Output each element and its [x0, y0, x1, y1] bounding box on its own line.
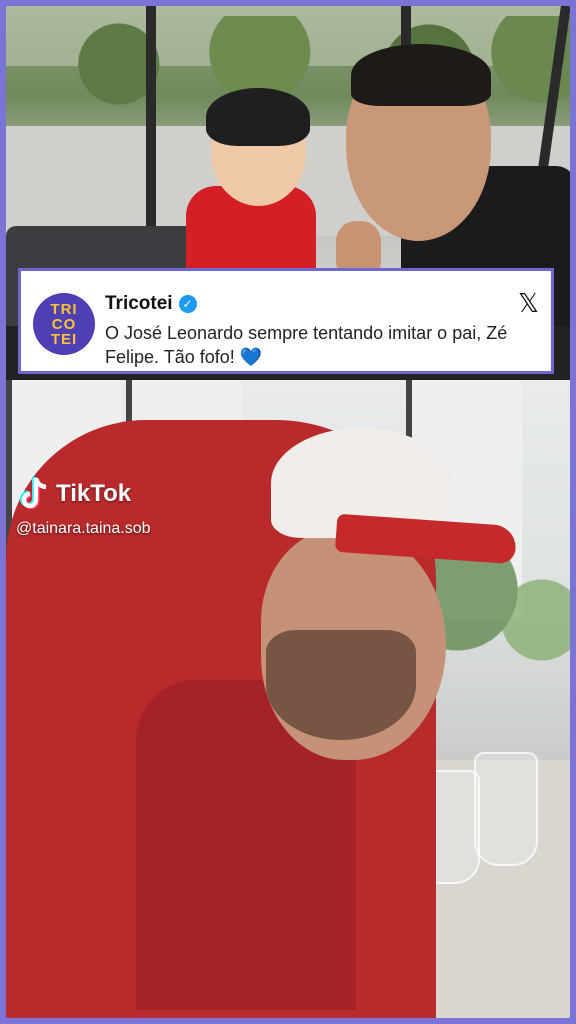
tweet-card: TRI CO TEI Tricotei ✓ 𝕏 O José Leonardo …: [18, 268, 554, 374]
beard: [266, 630, 416, 740]
account-avatar[interactable]: TRI CO TEI: [33, 293, 95, 355]
avatar-text-line: TRI: [50, 300, 78, 318]
account-name-row: Tricotei ✓: [105, 293, 197, 315]
baby-black-beanie: [206, 88, 310, 146]
tiktok-handle: @tainara.taina.sob: [16, 520, 151, 537]
blue-heart-emoji: 💙: [239, 347, 263, 367]
tiktok-watermark: TikTok: [20, 476, 131, 512]
avatar-text-line: CO: [51, 315, 77, 333]
post-frame: TRI CO TEI Tricotei ✓ 𝕏 O José Leonardo …: [6, 6, 570, 1018]
tiktok-note-icon: [20, 476, 50, 512]
tiktok-label: TikTok: [56, 480, 132, 507]
account-name[interactable]: Tricotei: [105, 293, 173, 315]
man-hair: [351, 44, 491, 106]
tweet-body: O José Leonardo sempre tentando imitar o…: [105, 323, 508, 367]
x-logo-icon[interactable]: 𝕏: [518, 289, 539, 319]
tweet-text: O José Leonardo sempre tentando imitar o…: [105, 321, 545, 369]
avatar-text-line: TEI: [50, 330, 78, 348]
window-frame-pole: [146, 6, 156, 246]
wine-glass: [474, 752, 538, 866]
verified-badge-icon: ✓: [178, 295, 197, 313]
